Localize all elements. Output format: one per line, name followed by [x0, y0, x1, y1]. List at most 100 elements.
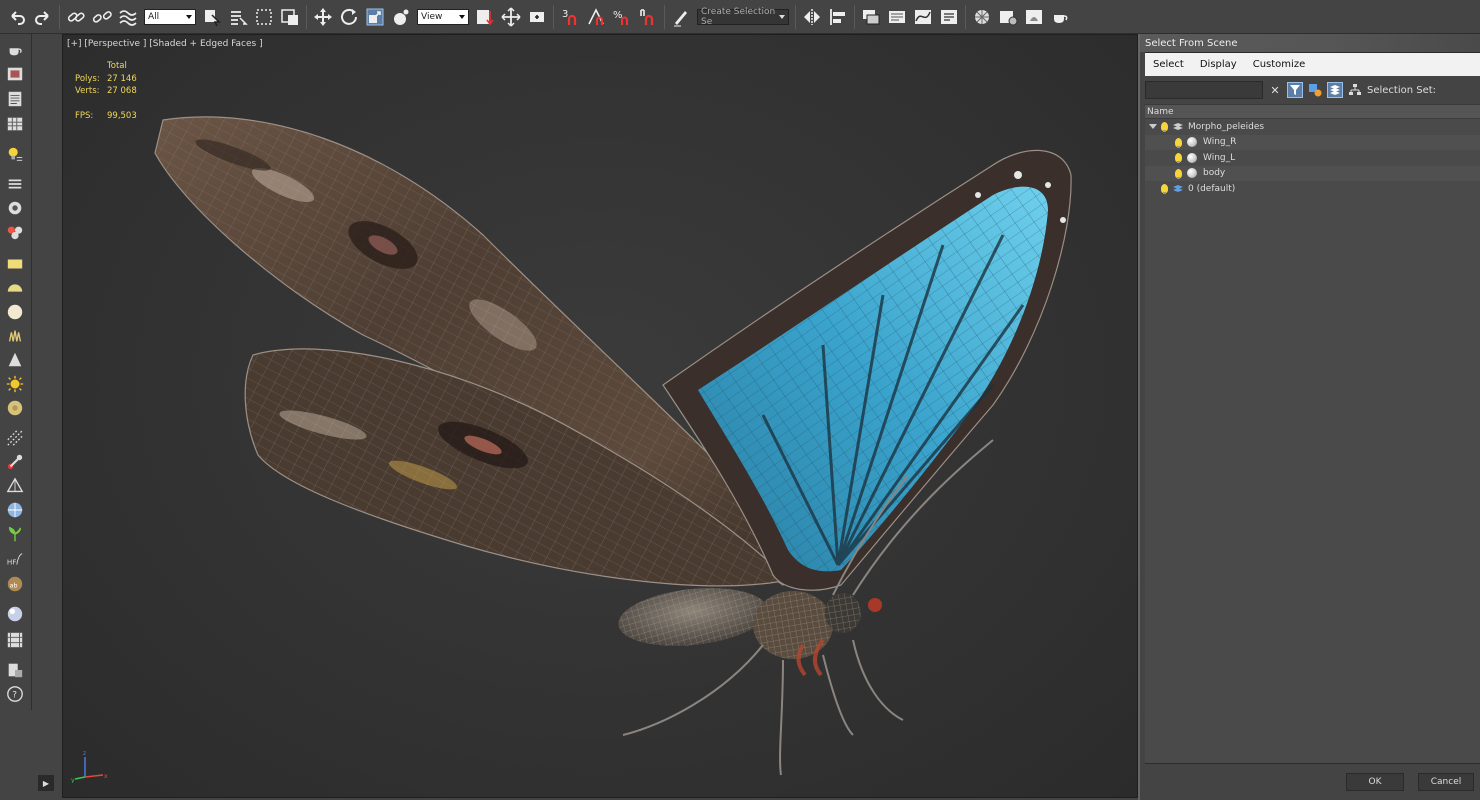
tree-row-label: 0 (default) [1188, 183, 1236, 194]
helpers-icon[interactable] [5, 174, 25, 194]
named-selection-set-dropdown[interactable]: Create Selection Se [697, 7, 789, 27]
dialog-title[interactable]: Select From Scene [1140, 34, 1480, 52]
grass-icon[interactable] [5, 326, 25, 346]
fps-value: 99,503 [107, 110, 137, 121]
pyramid-icon[interactable] [5, 476, 25, 496]
menu-customize[interactable]: Customize [1253, 59, 1306, 70]
bone-icon[interactable] [5, 452, 25, 472]
hemisphere-primitive-icon[interactable] [5, 278, 25, 298]
filter-icon[interactable] [1287, 82, 1303, 98]
teapot-icon[interactable] [5, 40, 25, 60]
tree-row-object[interactable]: Wing_R [1145, 134, 1480, 150]
perspective-viewport[interactable]: [+] [Perspective ] [Shaded + Edged Faces… [62, 34, 1138, 798]
render-setup-icon[interactable] [996, 4, 1020, 30]
rectangular-selection-icon[interactable] [252, 4, 276, 30]
clear-search-icon[interactable]: ✕ [1267, 82, 1283, 98]
unlink-selection-icon[interactable] [90, 4, 114, 30]
schematic-icon[interactable] [5, 89, 25, 109]
fps-label: FPS: [75, 110, 94, 121]
tree-row-layer[interactable]: Morpho_peleides [1145, 119, 1480, 135]
select-and-place-icon[interactable] [389, 4, 413, 30]
material-editor-icon[interactable] [970, 4, 994, 30]
foliage-icon[interactable] [5, 524, 25, 544]
film-strip-icon[interactable] [5, 630, 25, 650]
layers-icon[interactable] [1327, 82, 1343, 98]
select-and-link-icon[interactable] [64, 4, 88, 30]
undo-icon[interactable] [5, 4, 29, 30]
schematic-view-icon[interactable] [937, 4, 961, 30]
select-manipulate-icon[interactable] [499, 4, 523, 30]
object-color-icon[interactable] [5, 222, 25, 242]
select-by-name-icon[interactable] [226, 4, 250, 30]
material-ball-icon[interactable] [5, 604, 25, 624]
light-lister-icon[interactable] [5, 144, 25, 164]
layer-stack-icon [1173, 184, 1183, 192]
mirror-icon[interactable] [800, 4, 824, 30]
spinner-snap-icon[interactable] [636, 4, 660, 30]
render-production-icon[interactable] [1048, 4, 1072, 30]
light-bulb-icon[interactable] [1175, 168, 1182, 179]
toolbar-separator [306, 4, 307, 29]
percent-snap-icon[interactable]: % [610, 4, 634, 30]
search-input[interactable] [1145, 81, 1263, 99]
snaps-toggle-icon[interactable]: 3 [558, 4, 582, 30]
butterfly-model [154, 116, 1072, 776]
select-object-icon[interactable] [200, 4, 224, 30]
stats-header: Total [107, 61, 127, 71]
scene-explorer-icon[interactable] [859, 4, 883, 30]
hierarchy-icon[interactable] [1347, 82, 1363, 98]
light-bulb-icon[interactable] [1175, 153, 1182, 164]
curve-editor-icon[interactable] [911, 4, 935, 30]
light-bulb-icon[interactable] [1161, 122, 1168, 133]
redo-icon[interactable] [31, 4, 55, 30]
display-selected-icon[interactable] [1307, 82, 1323, 98]
render-frame-icon[interactable] [5, 64, 25, 84]
bind-to-space-warp-icon[interactable] [116, 4, 140, 30]
use-pivot-point-icon[interactable] [473, 4, 497, 30]
light-bulb-icon[interactable] [1175, 137, 1182, 148]
tree-row-layer[interactable]: 0 (default) [1145, 181, 1480, 197]
cancel-button[interactable]: Cancel [1418, 773, 1474, 791]
utilities-icon[interactable] [5, 660, 25, 680]
sun-light-icon[interactable] [5, 374, 25, 394]
edit-named-selection-icon[interactable] [669, 4, 693, 30]
camera-icon[interactable] [5, 198, 25, 218]
selection-filter-dropdown[interactable]: All [144, 8, 196, 25]
help-icon[interactable]: ? [5, 684, 25, 704]
expand-triangle-icon[interactable] [1149, 124, 1157, 130]
torus-primitive-icon[interactable] [5, 398, 25, 418]
hair-fur-icon[interactable]: HF [5, 550, 25, 570]
object-sphere-icon [1187, 152, 1197, 163]
column-header-name[interactable]: Name [1145, 105, 1480, 119]
menu-display[interactable]: Display [1200, 59, 1237, 70]
select-and-move-icon[interactable] [311, 4, 335, 30]
align-icon[interactable] [826, 4, 850, 30]
menu-select[interactable]: Select [1153, 59, 1184, 70]
toolbar-separator [59, 4, 60, 29]
sphere-primitive-icon[interactable] [5, 302, 25, 322]
layer-explorer-icon[interactable] [885, 4, 909, 30]
viewport-label[interactable]: [+] [Perspective ] [Shaded + Edged Faces… [67, 39, 263, 49]
tree-row-object[interactable]: Wing_L [1145, 150, 1480, 166]
cone-primitive-icon[interactable] [5, 350, 25, 370]
plane-primitive-icon[interactable] [5, 254, 25, 274]
angle-snap-icon[interactable] [584, 4, 608, 30]
select-and-rotate-icon[interactable] [337, 4, 361, 30]
rendered-frame-window-icon[interactable] [1022, 4, 1046, 30]
tree-row-object[interactable]: body [1145, 165, 1480, 181]
keyboard-shortcut-override-icon[interactable] [525, 4, 549, 30]
light-bulb-icon[interactable] [1161, 184, 1168, 195]
cloth-icon[interactable]: ab [5, 574, 25, 594]
reference-coordinate-dropdown[interactable]: View [417, 8, 469, 25]
particles-icon[interactable] [5, 428, 25, 448]
ok-button[interactable]: OK [1346, 773, 1404, 791]
selection-set-label: Selection Set: [1367, 84, 1437, 96]
expand-panel-arrow-icon[interactable]: ▶ [38, 775, 54, 791]
window-crossing-icon[interactable] [278, 4, 302, 30]
axis-tripod-icon: z x y [71, 750, 108, 783]
grid-view-icon[interactable] [5, 114, 25, 134]
geosphere-icon[interactable] [5, 500, 25, 520]
svg-text:?: ? [12, 691, 17, 701]
select-and-scale-icon[interactable] [363, 4, 387, 30]
axis-z-label: z [83, 750, 86, 757]
